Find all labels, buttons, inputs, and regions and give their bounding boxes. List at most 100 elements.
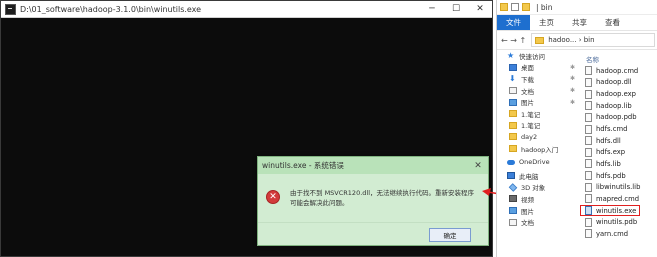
file-item[interactable]: hdfs.lib	[580, 158, 657, 170]
dialog-title: winutils.exe - 系统错误	[262, 161, 344, 170]
error-dialog: winutils.exe - 系统错误 ✕ ✕ 由于找不到 MSVCR120.d…	[257, 156, 489, 246]
console-title: D:\01_software\hadoop-3.1.0\bin\winutils…	[20, 4, 202, 14]
file-item[interactable]: hadoop.pdb	[580, 112, 657, 124]
nav-item[interactable]: ★ 快速访问	[497, 50, 579, 62]
file-icon	[585, 171, 592, 181]
nav-item-label: 视频	[521, 195, 534, 204]
3d-objects-icon	[508, 183, 518, 192]
file-item[interactable]: hadoop.lib	[580, 100, 657, 112]
pictures-icon	[509, 98, 517, 106]
explorer-body: ★ 快速访问 桌面 ✱ ⬇ 下载 ✱ 文档 ✱ 图片 ✱ 1.笔记 1.笔记 day2 hadoop入门 On…	[497, 50, 657, 257]
nav-item-label: OneDrive	[519, 158, 550, 167]
pin-icon: ✱	[569, 98, 575, 106]
file-icon	[585, 112, 592, 122]
nav-item-label: 1.笔记	[521, 110, 541, 119]
file-name: hadoop.dll	[596, 78, 632, 87]
file-name: winutils.pdb	[596, 218, 638, 227]
file-name: hadoop.lib	[596, 101, 632, 110]
console-titlebar[interactable]: D:\01_software\hadoop-3.1.0\bin\winutils…	[1, 1, 492, 18]
nav-item[interactable]: 视频	[497, 193, 579, 205]
nav-item-label: 3D 对象	[521, 184, 546, 193]
file-item[interactable]: mapred.cmd	[580, 193, 657, 205]
onedrive-icon	[507, 159, 515, 165]
nav-item-label: 下载	[521, 75, 534, 84]
videos-icon	[509, 195, 517, 203]
ribbon-tabs: 文件 主页 共享 查看	[497, 15, 657, 30]
nav-item-label: 文档	[521, 87, 534, 96]
nav-item[interactable]: 1.笔记	[497, 108, 579, 120]
pin-icon: ✱	[569, 63, 575, 71]
address-bar[interactable]: hadoo... › bin	[531, 33, 655, 47]
file-icon	[585, 182, 592, 192]
pin-icon: ✱	[569, 75, 575, 83]
nav-item[interactable]: 文档 ✱	[497, 85, 579, 97]
explorer-titlebar[interactable]: | bin	[497, 0, 657, 15]
minimize-button[interactable]: ─	[420, 1, 444, 18]
file-item[interactable]: hadoop.dll	[580, 77, 657, 89]
file-item[interactable]: hadoop.exp	[580, 88, 657, 100]
star-icon: ★	[507, 50, 515, 60]
file-name: hadoop.cmd	[596, 66, 639, 75]
pin-icon: ✱	[569, 87, 575, 95]
file-name: hadoop.pdb	[596, 113, 637, 122]
file-item[interactable]: hdfs.exp	[580, 146, 657, 158]
nav-item[interactable]: 图片	[497, 205, 579, 217]
pictures-icon	[509, 207, 517, 215]
file-item[interactable]: yarn.cmd	[580, 228, 657, 240]
maximize-button[interactable]: ☐	[444, 1, 468, 18]
folder-icon	[500, 3, 508, 11]
file-icon	[585, 66, 592, 76]
tab-home[interactable]: 主页	[530, 15, 563, 30]
file-item[interactable]: hadoop.cmd	[580, 65, 657, 77]
file-item[interactable]: libwinutils.lib	[580, 181, 657, 193]
nav-item[interactable]: 1.笔记	[497, 120, 579, 132]
close-button[interactable]: ✕	[468, 1, 492, 18]
nav-item[interactable]: hadoop入门	[497, 143, 579, 155]
dialog-footer: 确定	[258, 222, 488, 245]
file-icon	[585, 229, 592, 239]
explorer-title: | bin	[536, 2, 553, 12]
file-explorer: | bin 文件 主页 共享 查看 ← → ↑ hadoo... › bin ★…	[496, 0, 657, 257]
nav-item-label: 图片	[521, 207, 534, 216]
file-icon	[585, 124, 592, 134]
nav-arrows[interactable]: ← → ↑	[501, 36, 526, 45]
column-header-name[interactable]: 名称	[580, 53, 657, 65]
file-name: winutils.exe	[596, 206, 637, 215]
file-icon	[585, 101, 592, 111]
nav-item[interactable]: 图片 ✱	[497, 96, 579, 108]
nav-item[interactable]: day2	[497, 131, 579, 143]
error-icon: ✕	[266, 190, 280, 204]
tab-share[interactable]: 共享	[563, 15, 596, 30]
navigation-pane: ★ 快速访问 桌面 ✱ ⬇ 下载 ✱ 文档 ✱ 图片 ✱ 1.笔记 1.笔记 day2 hadoop入门 On…	[497, 50, 579, 257]
nav-item-label: 图片	[521, 99, 534, 108]
file-name: hdfs.dll	[596, 136, 621, 145]
nav-item-label: 桌面	[521, 64, 534, 73]
nav-item-label: 文档	[521, 219, 534, 228]
nav-item[interactable]: ⬇ 下载 ✱	[497, 73, 579, 85]
file-item[interactable]: winutils.pdb	[580, 216, 657, 228]
nav-item[interactable]: 文档	[497, 216, 579, 228]
nav-item[interactable]: 此电脑	[497, 170, 579, 182]
folder-icon	[509, 133, 517, 141]
dialog-close-button[interactable]: ✕	[468, 161, 488, 171]
tab-file[interactable]: 文件	[497, 15, 530, 30]
file-name: hdfs.lib	[596, 159, 621, 168]
file-icon	[585, 159, 592, 169]
desktop-icon	[509, 63, 517, 71]
file-item[interactable]: winutils.exe	[580, 204, 640, 217]
nav-item[interactable]: OneDrive	[497, 156, 579, 168]
dialog-titlebar[interactable]: winutils.exe - 系统错误 ✕	[258, 157, 488, 174]
file-item[interactable]: hdfs.dll	[580, 135, 657, 147]
file-name: yarn.cmd	[596, 229, 629, 238]
ok-button[interactable]: 确定	[429, 228, 471, 242]
tab-view[interactable]: 查看	[596, 15, 629, 30]
file-item[interactable]: hdfs.pdb	[580, 170, 657, 182]
nav-item[interactable]: 3D 对象	[497, 182, 579, 194]
console-app-icon	[5, 3, 16, 15]
properties-icon[interactable]	[511, 3, 519, 11]
nav-item-label: day2	[521, 132, 538, 141]
new-folder-icon[interactable]	[522, 3, 530, 11]
dialog-content: ✕ 由于找不到 MSVCR120.dll，无法继续执行代码。重新安装程序可能会解…	[258, 174, 488, 222]
nav-item[interactable]: 桌面 ✱	[497, 62, 579, 74]
file-item[interactable]: hdfs.cmd	[580, 123, 657, 135]
